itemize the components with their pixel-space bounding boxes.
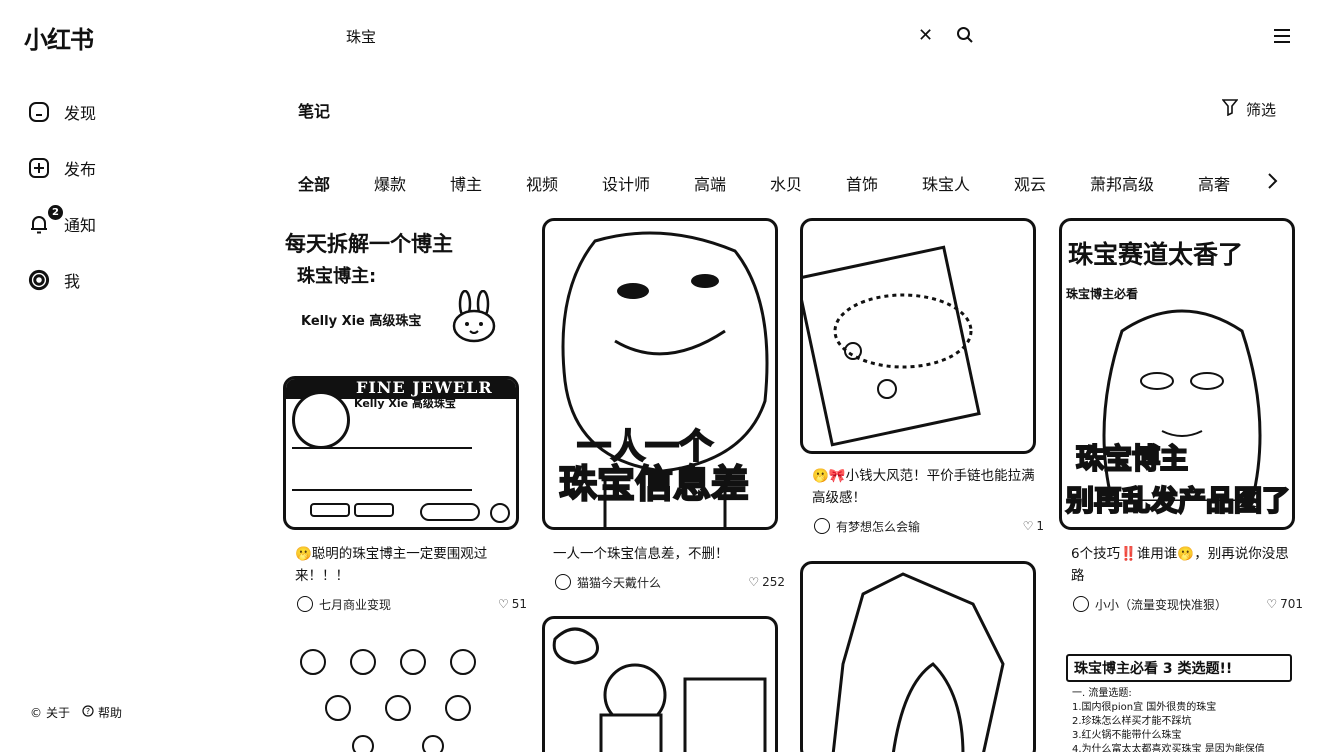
tab-jeweler[interactable]: 珠宝人	[922, 171, 970, 195]
category-tabs: 全部 爆款 博主 视频 设计师 高端 水贝 首饰 珠宝人 观云 萧邦高级 高奢	[298, 171, 1258, 195]
sidebar-item-publish[interactable]: 发布	[28, 156, 96, 180]
plus-icon	[28, 157, 50, 179]
note-title[interactable]: 6个技巧‼️谁用谁🫢，别再说你没思路	[1071, 543, 1301, 587]
heart-icon: ♡	[497, 597, 509, 611]
cartoon-illustration	[552, 627, 767, 752]
bracelet-illustration	[803, 245, 981, 447]
tab-accessories[interactable]: 首饰	[846, 171, 878, 195]
author-name[interactable]: 小小（流量变现快准狠）	[1095, 596, 1266, 613]
copyright-icon: ©	[30, 705, 42, 720]
note-title[interactable]: 🫢聪明的珠宝博主一定要围观过来！！！	[295, 543, 525, 587]
tab-luxury[interactable]: 高奢	[1198, 171, 1230, 195]
heart-icon: ♡	[1022, 519, 1034, 533]
note-meta: 小小（流量变现快准狠） ♡ 701	[1073, 595, 1303, 613]
menu-icon[interactable]	[1273, 28, 1291, 48]
bunny-illustration	[452, 290, 496, 343]
tab-all[interactable]: 全部	[298, 171, 330, 195]
svg-text:?: ?	[86, 707, 90, 716]
author-name[interactable]: 有梦想怎么会输	[836, 518, 1023, 535]
sidebar-item-me[interactable]: 我	[28, 268, 80, 292]
sidebar-item-notifications[interactable]: 2 通知	[28, 205, 97, 236]
filter-button[interactable]: 筛选	[1221, 98, 1276, 120]
tab-shuibei[interactable]: 水贝	[770, 171, 802, 195]
section-title: 笔记	[298, 102, 331, 121]
heart-icon: ♡	[748, 575, 760, 589]
about-link[interactable]: © 关于	[30, 704, 70, 721]
note-card-image[interactable]	[800, 561, 1036, 752]
tab-chopard[interactable]: 萧邦高级	[1090, 171, 1154, 195]
note-meta: 猫猫今天戴什么 ♡ 252	[555, 573, 785, 591]
author-avatar[interactable]	[1073, 596, 1089, 612]
tab-high-end[interactable]: 高端	[694, 171, 726, 195]
note-card-image[interactable]: 一人一个 珠宝信息差	[542, 218, 778, 530]
tab-blogger[interactable]: 博主	[450, 171, 482, 195]
sidebar-item-label: 我	[64, 272, 81, 291]
author-avatar[interactable]	[297, 596, 313, 612]
search-icon[interactable]	[956, 26, 974, 48]
search-bar[interactable]: 珠宝 ✕	[346, 25, 986, 48]
author-avatar[interactable]	[814, 518, 830, 534]
help-link[interactable]: ? 帮助	[82, 704, 122, 721]
author-name[interactable]: 七月商业变现	[319, 596, 498, 613]
note-card-image[interactable]: 珠宝赛道太香了 珠宝博主必看 珠宝博主 别再乱发产品图了	[1059, 218, 1295, 530]
app-logo[interactable]: 小红书	[24, 20, 94, 55]
author-name[interactable]: 猫猫今天戴什么	[577, 574, 748, 591]
note-card-image[interactable]	[800, 218, 1036, 454]
rings-illustration	[300, 649, 476, 752]
like-button[interactable]: ♡ 701	[1266, 597, 1303, 611]
note-card-image[interactable]: 珠宝博主必看 3 类选题!! 一. 流量选题: 1.国内很pion宜 国外很贵的…	[1062, 638, 1298, 752]
gem-illustration	[831, 572, 1005, 752]
bell-icon: 2	[28, 205, 63, 235]
sidebar-item-label: 发布	[64, 160, 97, 179]
heart-icon: ♡	[1266, 597, 1278, 611]
search-input[interactable]: 珠宝	[346, 26, 376, 47]
note-meta: 有梦想怎么会输 ♡ 1	[814, 517, 1044, 535]
note-card-image[interactable]	[542, 616, 778, 752]
sidebar-item-label: 发现	[64, 104, 97, 123]
author-avatar[interactable]	[555, 574, 571, 590]
note-title[interactable]: 一人一个珠宝信息差，不删！	[553, 543, 783, 565]
help-icon: ?	[82, 705, 94, 720]
filter-icon	[1221, 98, 1239, 120]
chevron-right-icon[interactable]	[1266, 172, 1278, 194]
home-icon	[28, 101, 50, 123]
like-button[interactable]: ♡ 252	[748, 575, 785, 589]
like-button[interactable]: ♡ 51	[498, 597, 527, 611]
like-button[interactable]: ♡ 1	[1023, 519, 1044, 533]
note-card-image[interactable]	[283, 638, 519, 752]
tab-guanyun[interactable]: 观云	[1014, 171, 1046, 195]
tab-video[interactable]: 视频	[526, 171, 558, 195]
tab-hot[interactable]: 爆款	[374, 171, 406, 195]
sidebar-item-discover[interactable]: 发现	[28, 100, 96, 124]
note-meta: 七月商业变现 ♡ 51	[297, 595, 527, 613]
note-card-image[interactable]: 每天拆解一个博主 珠宝博主: Kelly Xie 高级珠宝 FINE JEWEL…	[283, 220, 519, 530]
notification-badge: 2	[48, 205, 63, 220]
tab-designer[interactable]: 设计师	[602, 171, 650, 195]
avatar-icon	[28, 269, 50, 291]
clear-search-icon[interactable]: ✕	[918, 25, 933, 46]
sidebar-item-label: 通知	[64, 216, 97, 235]
note-title[interactable]: 🫢🎀小钱大风范！平价手链也能拉满高级感！	[812, 465, 1042, 509]
